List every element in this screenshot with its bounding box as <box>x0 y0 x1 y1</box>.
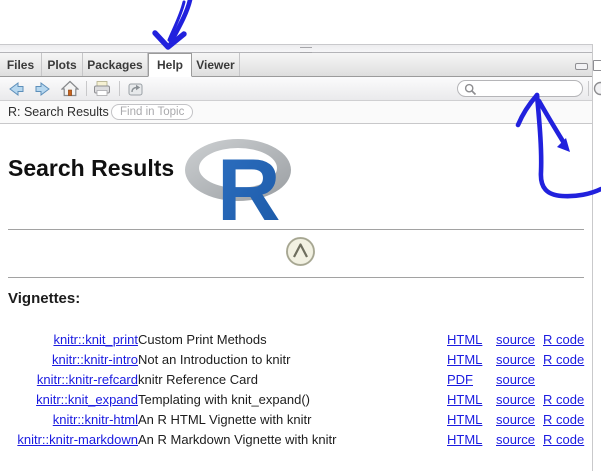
search-icon <box>464 83 477 96</box>
vignette-description: Not an Introduction to knitr <box>138 349 447 369</box>
vignette-description: knitr Reference Card <box>138 369 447 389</box>
search-input[interactable] <box>482 82 580 97</box>
pane-right-border <box>592 44 593 471</box>
topic-selector-label: R: Search Results <box>8 105 109 119</box>
r-logo-letter: R <box>217 140 281 226</box>
divider <box>8 277 584 278</box>
vignette-source-link[interactable]: source <box>496 432 535 447</box>
divider <box>8 229 584 230</box>
vignette-source-link[interactable]: source <box>496 392 535 407</box>
vignette-description: Templating with knit_expand() <box>138 389 447 409</box>
find-in-topic-input[interactable] <box>111 104 193 120</box>
vignette-row: knitr::knit_expandTemplating with knit_e… <box>0 389 592 409</box>
minimize-pane-icon[interactable] <box>575 63 588 70</box>
vignette-source-link[interactable]: source <box>496 352 535 367</box>
vignette-link[interactable]: knitr::knit_expand <box>36 392 138 407</box>
topic-selector[interactable]: R: Search Results <box>8 101 124 123</box>
forward-icon[interactable] <box>34 80 52 98</box>
vignette-description: An R HTML Vignette with knitr <box>138 409 447 429</box>
pane-tabbar: Files Plots Packages Help Viewer <box>0 53 593 77</box>
vignette-format-link[interactable]: HTML <box>447 432 482 447</box>
home-icon[interactable] <box>61 80 79 98</box>
tab-label: Help <box>157 58 183 72</box>
vignette-link[interactable]: knitr::knitr-intro <box>52 352 138 367</box>
vignette-row: knitr::knitr-introNot an Introduction to… <box>0 349 592 369</box>
refresh-icon[interactable] <box>592 80 601 97</box>
vignette-description: Custom Print Methods <box>138 329 447 349</box>
vignette-link[interactable]: knitr::knit_print <box>53 332 138 347</box>
toolbar-separator <box>588 81 589 96</box>
vignette-format-link[interactable]: HTML <box>447 352 482 367</box>
tab-label: Packages <box>87 58 142 72</box>
tab-packages[interactable]: Packages <box>83 53 148 76</box>
vignette-rcode-link[interactable]: R code <box>543 352 584 367</box>
vignette-source-link[interactable]: source <box>496 412 535 427</box>
maximize-pane-icon[interactable] <box>593 60 601 71</box>
help-toolbar <box>0 77 593 101</box>
vignette-row: knitr::knit_printCustom Print MethodsHTM… <box>0 329 592 349</box>
vignette-format-link[interactable]: HTML <box>447 332 482 347</box>
vignette-link[interactable]: knitr::knitr-markdown <box>17 432 138 447</box>
vignette-source-link[interactable]: source <box>496 332 535 347</box>
tab-plots[interactable]: Plots <box>42 53 83 76</box>
tab-label: Viewer <box>196 58 234 72</box>
open-in-new-window-icon[interactable] <box>126 80 144 98</box>
tab-help[interactable]: Help <box>148 53 192 77</box>
vignettes-table-body: knitr::knit_printCustom Print MethodsHTM… <box>0 329 592 449</box>
r-logo: R <box>184 132 302 226</box>
toolbar-separator <box>86 81 87 96</box>
vignette-source-link[interactable]: source <box>496 372 535 387</box>
vignette-rcode-link[interactable]: R code <box>543 412 584 427</box>
vignette-format-link[interactable]: HTML <box>447 392 482 407</box>
annotation-arrow-to-help-tab <box>155 0 190 47</box>
vignette-row: knitr::knitr-refcardknitr Reference Card… <box>0 369 592 389</box>
toolbar-separator <box>119 81 120 96</box>
vignette-rcode-link[interactable]: R code <box>543 392 584 407</box>
vignettes-table: knitr::knit_printCustom Print MethodsHTM… <box>0 329 592 449</box>
vignette-rcode-link[interactable]: R code <box>543 432 584 447</box>
page-title: Search Results <box>8 155 174 182</box>
tab-viewer[interactable]: Viewer <box>192 53 240 76</box>
tab-files[interactable]: Files <box>0 53 42 76</box>
back-icon[interactable] <box>7 80 25 98</box>
loading-clock-icon <box>285 236 316 267</box>
help-search-box[interactable] <box>457 80 583 97</box>
vignette-row: knitr::knitr-htmlAn R HTML Vignette with… <box>0 409 592 429</box>
vignette-format-link[interactable]: PDF <box>447 372 473 387</box>
vignette-format-link[interactable]: HTML <box>447 412 482 427</box>
vignette-rcode-link[interactable]: R code <box>543 332 584 347</box>
vignette-row: knitr::knitr-markdownAn R Markdown Vigne… <box>0 429 592 449</box>
vignette-description: An R Markdown Vignette with knitr <box>138 429 447 449</box>
pane-header-strip <box>0 44 593 53</box>
section-heading: Vignettes: <box>8 290 80 307</box>
tab-label: Plots <box>47 58 76 72</box>
print-icon[interactable] <box>93 80 111 98</box>
vignette-link[interactable]: knitr::knitr-refcard <box>37 372 138 387</box>
help-content: Search Results R Vignettes: knitr::knit_… <box>0 124 592 471</box>
help-findbar: R: Search Results <box>0 101 593 124</box>
vignette-link[interactable]: knitr::knitr-html <box>53 412 138 427</box>
tab-label: Files <box>7 58 34 72</box>
